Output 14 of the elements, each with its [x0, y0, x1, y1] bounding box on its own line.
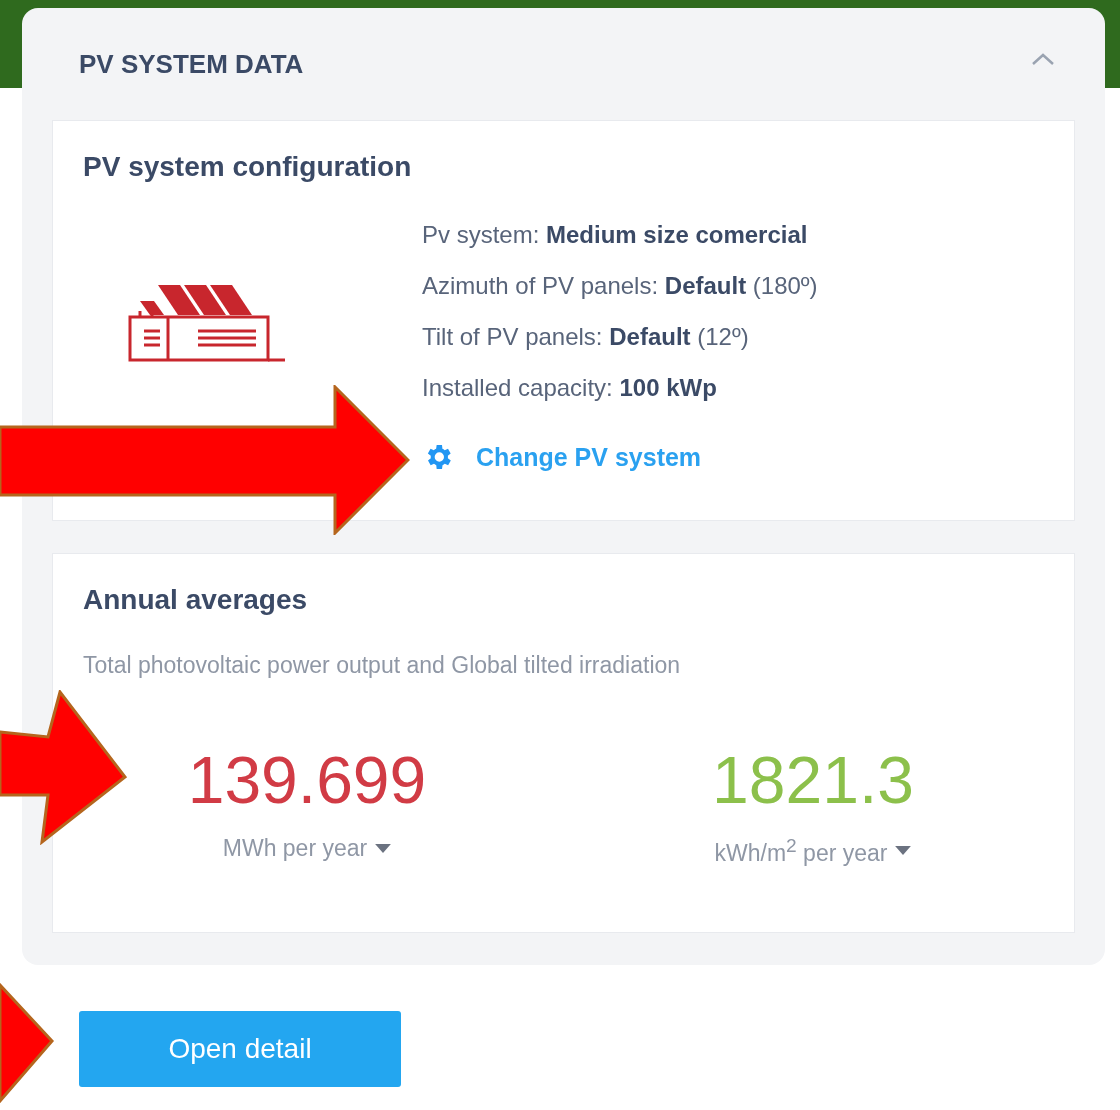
config-detail: Tilt of PV panels: Default (12º) [422, 323, 750, 352]
config-detail: Azimuth of PV panels: Default (180º) [422, 272, 818, 301]
card-subtitle: Total photovoltaic power output and Global tilted irradiation [83, 652, 682, 679]
card-title: Annual averages [83, 584, 309, 616]
config-detail: Installed capacity: 100 kWp [422, 374, 718, 403]
unit-dropdown[interactable]: MWh per year [222, 835, 392, 862]
config-detail: Pv system: Medium size comercial [422, 221, 809, 250]
change-system-link[interactable]: Change PV system [422, 441, 818, 473]
panel-title: PV SYSTEM DATA [79, 48, 304, 80]
card-title: PV system configuration [83, 151, 413, 183]
unit-dropdown[interactable]: kWh/m$^{2}$ per year [714, 835, 912, 867]
stat-value: 1821.3 [712, 747, 914, 813]
open-detail-button[interactable]: Open detail [79, 1011, 401, 1087]
stat-value: 139.699 [187, 747, 427, 813]
